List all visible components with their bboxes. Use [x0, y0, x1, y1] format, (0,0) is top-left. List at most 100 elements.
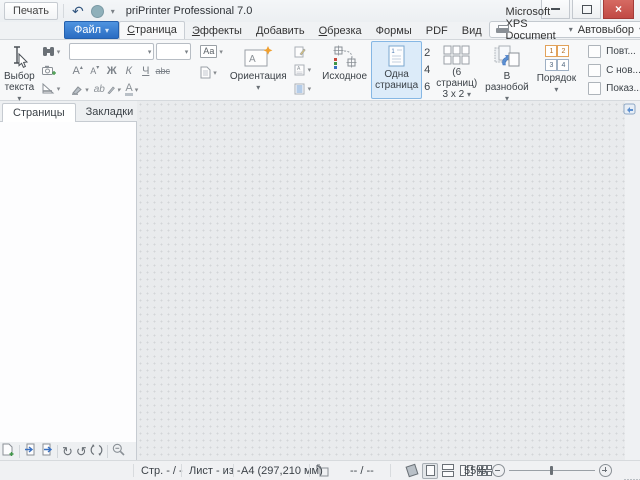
- tab-view[interactable]: Вид: [455, 23, 489, 39]
- font-name-combo[interactable]: ▾: [69, 43, 154, 60]
- status-page-info: Стр. - / -: [141, 461, 183, 480]
- panel-toggle-button[interactable]: [623, 103, 637, 115]
- quick-print-button[interactable]: Печать: [4, 2, 58, 20]
- resize-grip[interactable]: [624, 470, 640, 480]
- rotate-ccw-button[interactable]: ↺: [76, 445, 87, 458]
- sidebar-tabs: Страницы Закладки: [0, 101, 137, 121]
- pen-icon: [107, 86, 115, 94]
- document-preview-area[interactable]: [137, 101, 640, 460]
- checkbox-icon: [588, 82, 601, 95]
- find-button[interactable]: ▾: [40, 43, 63, 60]
- pen-annotate-button[interactable]: ab ▾: [92, 82, 123, 97]
- new-page-icon: [2, 443, 15, 457]
- grow-font-button[interactable]: А▴: [69, 63, 86, 79]
- original-layout-button[interactable]: Исходное: [318, 41, 371, 99]
- tab-pdf[interactable]: PDF: [419, 23, 455, 39]
- bold-button[interactable]: Ж: [103, 63, 120, 79]
- sidebar-tab-pages[interactable]: Страницы: [2, 103, 76, 122]
- nup-2-button[interactable]: 2: [424, 47, 430, 59]
- page-header-button[interactable]: A ▾: [292, 62, 314, 79]
- magnifier-minus-icon: [112, 443, 125, 456]
- tools-mini-group: ▾ ▾: [39, 41, 64, 99]
- chevron-down-icon: ▾: [308, 66, 312, 74]
- rotate-180-button[interactable]: [90, 444, 103, 459]
- font-size-combo[interactable]: ▾: [156, 43, 191, 60]
- quick-access-dropdown-icon[interactable]: ▾: [111, 7, 115, 16]
- view-single-page-button[interactable]: [422, 463, 438, 479]
- zoom-in-stepper[interactable]: [599, 461, 612, 480]
- file-menu-label: Файл: [74, 24, 101, 36]
- view-3d-button[interactable]: [404, 463, 420, 479]
- rotate-cw-button[interactable]: ↻: [62, 445, 73, 458]
- page-order-button[interactable]: 1 2 3 4 Порядок ▾: [533, 41, 580, 99]
- panel-toggle-icon: [623, 103, 637, 115]
- one-page-button[interactable]: 1 Одна страница: [371, 41, 422, 99]
- paper-auto-select[interactable]: Автовыбор: [578, 24, 634, 36]
- chevron-down-icon: ▾: [256, 82, 260, 93]
- select-text-button[interactable]: Выбор текста ▾: [0, 41, 39, 99]
- checkbox-repeat[interactable]: Повт...: [588, 45, 640, 58]
- sidebar-tab-bookmarks[interactable]: Закладки: [76, 103, 144, 121]
- binoculars-icon: [42, 46, 55, 57]
- style-mini-group: Аа ▾ ▾: [197, 41, 226, 99]
- tab-crop[interactable]: Обрезка: [312, 23, 369, 39]
- insert-page-before-button[interactable]: [24, 443, 37, 459]
- divider: [133, 464, 134, 477]
- page-edit-icon: [294, 46, 306, 58]
- zoom-out-button[interactable]: [112, 443, 125, 459]
- divider: [390, 464, 391, 477]
- font-color-button[interactable]: А ▾: [123, 82, 140, 97]
- zoom-slider-track: [509, 470, 595, 471]
- shrink-font-button[interactable]: А▾: [86, 63, 103, 79]
- tab-effects[interactable]: Эффекты: [185, 23, 249, 39]
- page-edit-button[interactable]: [292, 43, 314, 60]
- measure-button[interactable]: ▾: [40, 80, 63, 97]
- insert-page-after-icon: [40, 443, 53, 456]
- insert-page-after-button[interactable]: [40, 443, 53, 459]
- printer-selector-group: Microsoft XPS Document Writer ▾ Автовыбо…: [489, 21, 640, 38]
- strikethrough-button[interactable]: abc: [154, 63, 171, 79]
- tab-page[interactable]: Страница: [119, 21, 185, 39]
- checkbox-start-new[interactable]: С нов...: [588, 64, 640, 77]
- tab-forms[interactable]: Формы: [369, 23, 419, 39]
- orientation-page-icon: A: [243, 45, 273, 69]
- file-menu-button[interactable]: Файл ▾: [64, 21, 119, 39]
- chevron-down-icon[interactable]: ▾: [569, 25, 573, 34]
- chevron-down-icon: ▾: [308, 85, 312, 93]
- scrollbar-track[interactable]: [625, 101, 640, 460]
- page-lines-button[interactable]: ▾: [292, 80, 314, 97]
- tab-insert[interactable]: Добавить: [249, 23, 312, 39]
- original-layout-icon: [332, 45, 358, 69]
- checkbox-show[interactable]: Показ...: [588, 82, 640, 95]
- nup-6-button[interactable]: 6: [424, 81, 430, 93]
- new-page-button[interactable]: [2, 443, 15, 460]
- page-style-button[interactable]: ▾: [198, 64, 225, 81]
- undo-icon[interactable]: ↶: [72, 4, 84, 18]
- redo-icon[interactable]: [91, 5, 104, 18]
- page-header-icon: A: [294, 64, 306, 76]
- pages-thumbnail-panel[interactable]: [0, 121, 137, 442]
- maximize-button[interactable]: [572, 0, 601, 19]
- pages-grid-button[interactable]: (6 страниц) 3 x 2 ▾: [432, 41, 481, 99]
- view-3d-icon: [406, 464, 419, 478]
- highlighter-button[interactable]: ▾: [69, 82, 91, 97]
- shuffle-pages-button[interactable]: В разнобой ▾: [481, 41, 533, 99]
- snapshot-button[interactable]: [40, 62, 63, 79]
- chevron-down-icon: ▾: [554, 84, 558, 95]
- zoom-slider-thumb[interactable]: [550, 466, 553, 475]
- italic-button[interactable]: К: [120, 63, 137, 79]
- underline-button[interactable]: Ч: [137, 63, 154, 79]
- zoom-slider[interactable]: [509, 461, 595, 480]
- page-order-icon: 1 2 3 4: [545, 45, 567, 71]
- text-style-icon: Аа: [200, 45, 217, 58]
- text-style-button[interactable]: Аа ▾: [198, 43, 225, 60]
- divider: [63, 4, 64, 18]
- close-button[interactable]: ×: [603, 0, 634, 19]
- app-window: Печать ↶ ▾ priPrinter Professional 7.0 ×…: [0, 0, 640, 480]
- orientation-button[interactable]: A Ориентация ▾: [226, 41, 291, 99]
- menubar: Файл ▾ Страница Эффекты Добавить Обрезка…: [0, 22, 640, 39]
- crop-mode-button[interactable]: [316, 461, 330, 480]
- nup-4-button[interactable]: 4: [424, 64, 430, 76]
- zoom-out-stepper[interactable]: [492, 461, 505, 480]
- view-continuous-button[interactable]: [440, 463, 456, 479]
